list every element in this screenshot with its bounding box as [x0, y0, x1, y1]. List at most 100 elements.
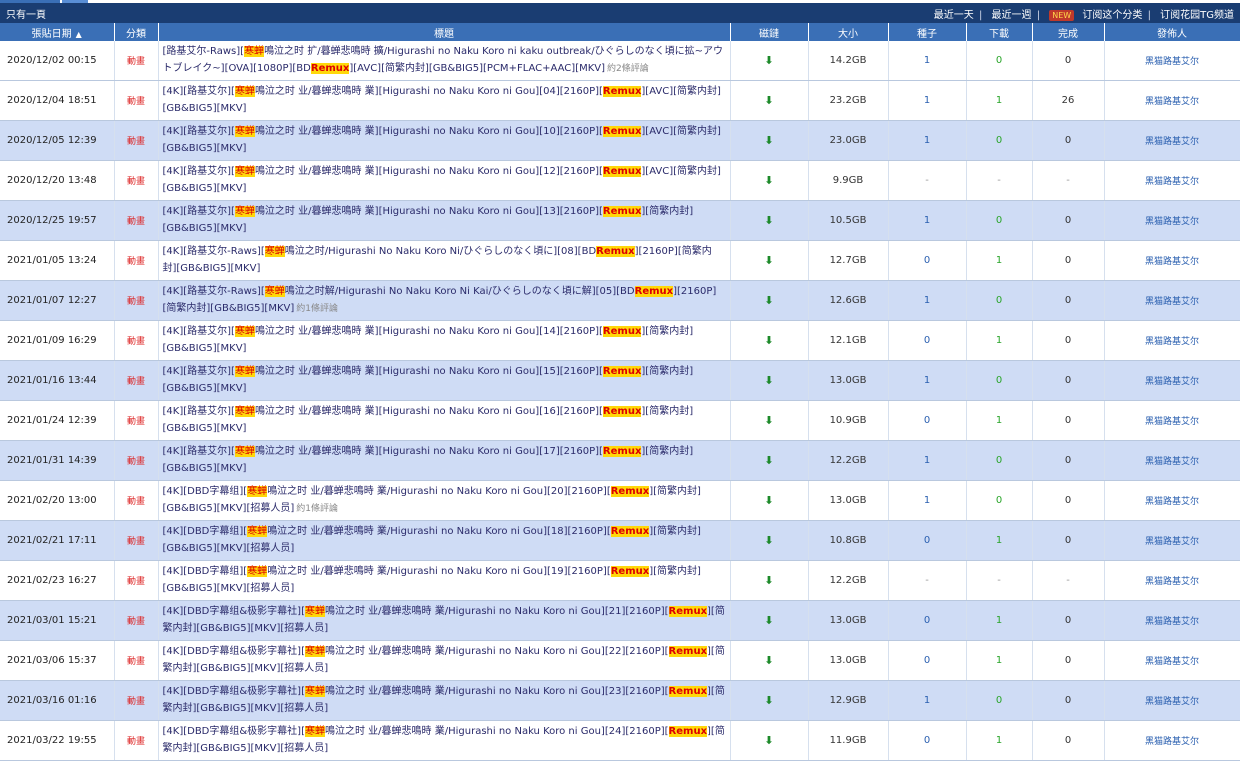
magnet-download-icon[interactable]: ⬇ [730, 160, 809, 201]
magnet-download-icon[interactable]: ⬇ [730, 240, 809, 281]
seed-count: 0 [888, 720, 967, 761]
magnet-download-icon[interactable]: ⬇ [730, 41, 809, 81]
title-link[interactable]: [4K][DBD字幕组][寒蝉鳴泣之时 业/暮蝉悲鳴時 業/Higurashi … [163, 526, 701, 554]
category-link[interactable]: 動畫 [114, 120, 159, 161]
col-title[interactable]: 標題 [158, 23, 731, 41]
seed-count: 0 [888, 640, 967, 681]
subscribe-category-link[interactable]: 订阅这个分类 [1082, 10, 1142, 21]
magnet-download-icon[interactable]: ⬇ [730, 520, 809, 561]
publisher-link[interactable]: 黑猫路基艾尔 [1104, 640, 1240, 681]
magnet-download-icon[interactable]: ⬇ [730, 200, 809, 241]
publisher-link[interactable]: 黑猫路基艾尔 [1104, 240, 1240, 281]
magnet-download-icon[interactable]: ⬇ [730, 560, 809, 601]
magnet-download-icon[interactable]: ⬇ [730, 600, 809, 641]
category-link[interactable]: 動畫 [114, 520, 159, 561]
category-link[interactable]: 動畫 [114, 400, 159, 441]
comment-count[interactable]: 約1條評論 [296, 504, 338, 514]
publisher-link[interactable]: 黑猫路基艾尔 [1104, 200, 1240, 241]
category-link[interactable]: 動畫 [114, 320, 159, 361]
publisher-link[interactable]: 黑猫路基艾尔 [1104, 41, 1240, 81]
last-day-link[interactable]: 最近一天 [934, 10, 974, 21]
table-header: 張貼日期 ▲ 分類 標題 磁鏈 大小 種子 下載 完成 發佈人 [0, 23, 1240, 41]
title-link[interactable]: [4K][路基艾尔][寒蝉鳴泣之时 业/暮蝉悲鳴時 業][Higurashi n… [163, 406, 693, 434]
magnet-download-icon[interactable]: ⬇ [730, 80, 809, 121]
title-link[interactable]: [4K][DBD字幕组&极影字幕社][寒蝉鳴泣之时 业/暮蝉悲鳴時 業/Higu… [163, 646, 725, 674]
publisher-link[interactable]: 黑猫路基艾尔 [1104, 600, 1240, 641]
category-link[interactable]: 動畫 [114, 280, 159, 321]
category-link[interactable]: 動畫 [114, 41, 159, 81]
title-link[interactable]: [4K][路基艾尔][寒蝉鳴泣之时 业/暮蝉悲鳴時 業][Higurashi n… [163, 326, 693, 354]
title-link[interactable]: [4K][DBD字幕组][寒蝉鳴泣之时 业/暮蝉悲鳴時 業/Higurashi … [163, 566, 701, 594]
publisher-link[interactable]: 黑猫路基艾尔 [1104, 360, 1240, 401]
category-link[interactable]: 動畫 [114, 200, 159, 241]
title-link[interactable]: [4K][DBD字幕组&极影字幕社][寒蝉鳴泣之时 业/暮蝉悲鳴時 業/Higu… [163, 606, 725, 634]
title-link[interactable]: [4K][路基艾尔][寒蝉鳴泣之时 业/暮蝉悲鳴時 業][Higurashi n… [163, 86, 721, 114]
comment-count[interactable]: 約1條評論 [296, 304, 338, 314]
tab-strip [0, 0, 1240, 3]
file-size: 12.7GB [808, 240, 889, 281]
keyword-highlight: Remux [602, 366, 642, 377]
subscribe-tg-link[interactable]: 订阅花园TG频道 [1160, 10, 1234, 21]
magnet-download-icon[interactable]: ⬇ [730, 640, 809, 681]
last-week-link[interactable]: 最近一週 [992, 10, 1032, 21]
magnet-download-icon[interactable]: ⬇ [730, 400, 809, 441]
publisher-link[interactable]: 黑猫路基艾尔 [1104, 560, 1240, 601]
magnet-download-icon[interactable]: ⬇ [730, 320, 809, 361]
col-completed[interactable]: 完成 [1032, 23, 1105, 41]
col-seeds[interactable]: 種子 [888, 23, 967, 41]
file-size: 10.5GB [808, 200, 889, 241]
magnet-download-icon[interactable]: ⬇ [730, 440, 809, 481]
file-size: 10.9GB [808, 400, 889, 441]
magnet-download-icon[interactable]: ⬇ [730, 280, 809, 321]
title-part: [4K][DBD字幕组][ [162, 526, 248, 537]
category-link[interactable]: 動畫 [114, 240, 159, 281]
publisher-link[interactable]: 黑猫路基艾尔 [1104, 160, 1240, 201]
comment-count[interactable]: 約2條評論 [607, 64, 649, 74]
title-link[interactable]: [4K][路基艾尔][寒蝉鳴泣之时 业/暮蝉悲鳴時 業][Higurashi n… [163, 126, 721, 154]
publisher-link[interactable]: 黑猫路基艾尔 [1104, 440, 1240, 481]
magnet-download-icon[interactable]: ⬇ [730, 360, 809, 401]
magnet-download-icon[interactable]: ⬇ [730, 720, 809, 761]
post-date: 2021/01/31 14:39 [0, 440, 115, 481]
publisher-link[interactable]: 黑猫路基艾尔 [1104, 80, 1240, 121]
publisher-link[interactable]: 黑猫路基艾尔 [1104, 520, 1240, 561]
col-publisher[interactable]: 發佈人 [1104, 23, 1240, 41]
title-link[interactable]: [4K][路基艾尔][寒蝉鳴泣之时 业/暮蝉悲鳴時 業][Higurashi n… [163, 206, 693, 234]
seed-count: 1 [888, 120, 967, 161]
category-link[interactable]: 動畫 [114, 80, 159, 121]
col-downloads[interactable]: 下載 [966, 23, 1033, 41]
category-link[interactable]: 動畫 [114, 720, 159, 761]
category-link[interactable]: 動畫 [114, 480, 159, 521]
category-link[interactable]: 動畫 [114, 600, 159, 641]
category-link[interactable]: 動畫 [114, 680, 159, 721]
col-category[interactable]: 分類 [114, 23, 159, 41]
title-link[interactable]: [4K][路基艾尔][寒蝉鳴泣之时 业/暮蝉悲鳴時 業][Higurashi n… [163, 446, 693, 474]
title-link[interactable]: [4K][DBD字幕组&极影字幕社][寒蝉鳴泣之时 业/暮蝉悲鳴時 業/Higu… [163, 726, 725, 754]
title-link[interactable]: [4K][路基艾尔-Raws][寒蝉鳴泣之时解/Higurashi No Nak… [163, 286, 716, 314]
category-link[interactable]: 動畫 [114, 640, 159, 681]
publisher-link[interactable]: 黑猫路基艾尔 [1104, 120, 1240, 161]
category-link[interactable]: 動畫 [114, 160, 159, 201]
title-link[interactable]: [4K][路基艾尔-Raws][寒蝉鳴泣之时/Higurashi No Naku… [163, 246, 712, 274]
col-magnet[interactable]: 磁鏈 [730, 23, 809, 41]
download-count: 0 [966, 440, 1033, 481]
magnet-download-icon[interactable]: ⬇ [730, 480, 809, 521]
publisher-link[interactable]: 黑猫路基艾尔 [1104, 280, 1240, 321]
publisher-link[interactable]: 黑猫路基艾尔 [1104, 680, 1240, 721]
title-link[interactable]: [4K][DBD字幕组&极影字幕社][寒蝉鳴泣之时 业/暮蝉悲鳴時 業/Higu… [163, 686, 725, 714]
publisher-link[interactable]: 黑猫路基艾尔 [1104, 480, 1240, 521]
title-cell: [4K][路基艾尔][寒蝉鳴泣之时 业/暮蝉悲鳴時 業][Higurashi n… [158, 80, 731, 121]
title-link[interactable]: [4K][路基艾尔][寒蝉鳴泣之时 业/暮蝉悲鳴時 業][Higurashi n… [163, 166, 721, 194]
publisher-link[interactable]: 黑猫路基艾尔 [1104, 320, 1240, 361]
category-link[interactable]: 動畫 [114, 440, 159, 481]
title-link[interactable]: [4K][路基艾尔][寒蝉鳴泣之时 业/暮蝉悲鳴時 業][Higurashi n… [163, 366, 693, 394]
category-link[interactable]: 動畫 [114, 560, 159, 601]
publisher-link[interactable]: 黑猫路基艾尔 [1104, 720, 1240, 761]
publisher-link[interactable]: 黑猫路基艾尔 [1104, 400, 1240, 441]
magnet-download-icon[interactable]: ⬇ [730, 680, 809, 721]
magnet-download-icon[interactable]: ⬇ [730, 120, 809, 161]
col-size[interactable]: 大小 [808, 23, 889, 41]
category-link[interactable]: 動畫 [114, 360, 159, 401]
title-link[interactable]: [4K][DBD字幕组][寒蝉鳴泣之时 业/暮蝉悲鳴時 業/Higurashi … [163, 486, 701, 514]
col-date[interactable]: 張貼日期 ▲ [0, 23, 115, 41]
